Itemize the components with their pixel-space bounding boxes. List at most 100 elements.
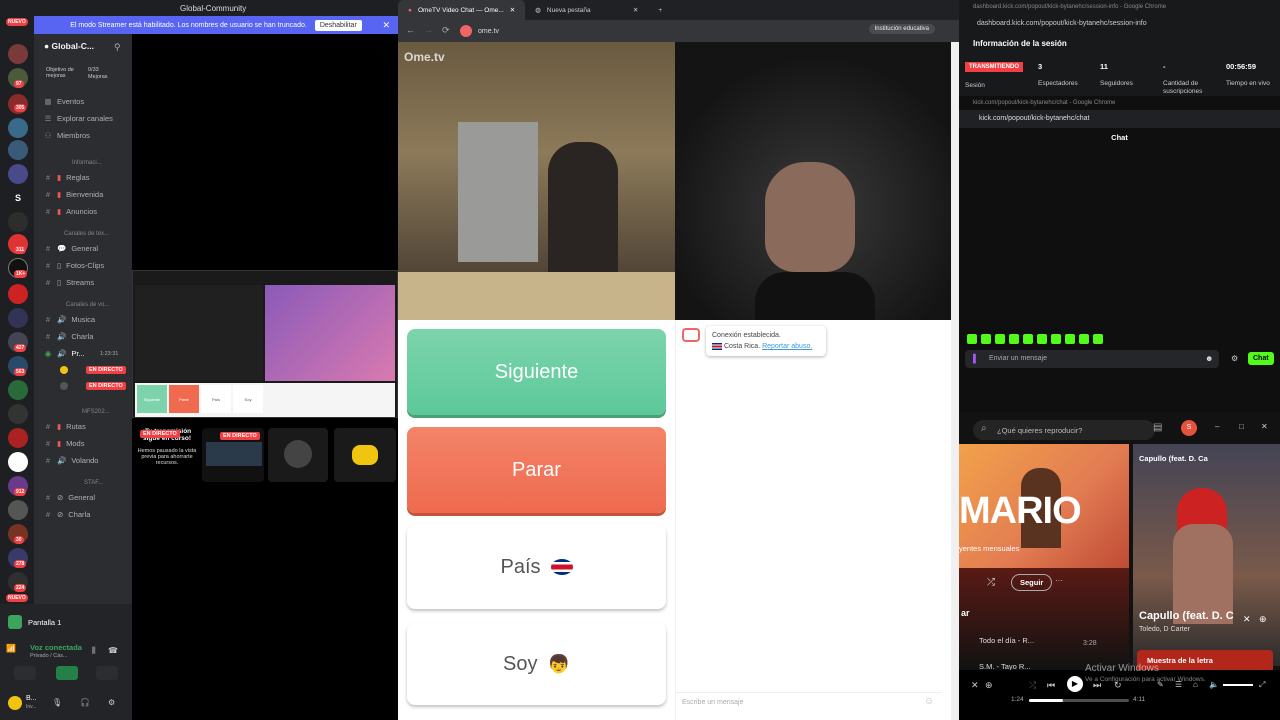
scrollbar[interactable] bbox=[951, 42, 959, 720]
close-icon[interactable]: ✕ bbox=[382, 20, 390, 31]
forward-icon[interactable]: → bbox=[424, 25, 433, 35]
url-text[interactable]: dashboard.kick.com/popout/kick-bytanehc/… bbox=[977, 20, 1147, 27]
url-text[interactable]: ome.tv bbox=[478, 28, 499, 35]
emote-icon[interactable] bbox=[981, 334, 991, 344]
chat-input[interactable]: ▌ Enviar un mensaje ☻ bbox=[965, 350, 1219, 368]
close-icon[interactable]: ✕ bbox=[1243, 614, 1251, 625]
emote-icon[interactable] bbox=[1065, 334, 1075, 344]
emote-icon[interactable] bbox=[995, 334, 1005, 344]
shuffle-icon[interactable]: ⤮ bbox=[1029, 680, 1036, 691]
next-button[interactable]: Siguiente bbox=[407, 329, 666, 415]
menu-members[interactable]: ⚇ Miembros bbox=[44, 131, 90, 140]
camera-off-button[interactable] bbox=[14, 666, 36, 680]
screen-share-item[interactable]: Pantalla 1 bbox=[8, 612, 124, 632]
server-icon[interactable] bbox=[8, 212, 28, 232]
stream-preview[interactable]: Siguiente Parar País Soy bbox=[132, 270, 398, 418]
shuffle-icon[interactable]: ⤮ bbox=[987, 577, 995, 588]
voice-flying[interactable]: # 🔊 Volando bbox=[44, 456, 99, 465]
close-icon[interactable]: ✕ bbox=[510, 6, 515, 14]
voice-talk[interactable]: # 🔊 Charla bbox=[44, 332, 94, 341]
channel-staff-general[interactable]: # ⊘ General bbox=[44, 493, 95, 502]
server-icon[interactable] bbox=[8, 308, 28, 328]
server-icon[interactable] bbox=[8, 44, 28, 64]
channel-clips[interactable]: # ▯ Fotos-Clips bbox=[44, 261, 104, 270]
category-info[interactable]: Informaci... bbox=[72, 160, 102, 166]
channel-mods[interactable]: # ▮ Mods bbox=[44, 439, 85, 448]
reload-icon[interactable]: ⟳ bbox=[442, 25, 450, 36]
add-icon[interactable]: ⊕ bbox=[1259, 614, 1267, 625]
server-icon[interactable] bbox=[8, 118, 28, 138]
follow-button[interactable]: Seguir bbox=[1011, 574, 1053, 591]
settings-gear-icon[interactable]: ⚙ bbox=[1231, 354, 1238, 363]
emote-icon[interactable] bbox=[1051, 334, 1061, 344]
maximize-icon[interactable]: □ bbox=[1239, 422, 1244, 431]
education-profile-badge[interactable]: Institución educativa bbox=[868, 24, 935, 34]
add-member-icon[interactable]: ⚲ bbox=[114, 42, 121, 53]
channel-staff-talk[interactable]: # ⊘ Charla bbox=[44, 510, 90, 519]
back-icon[interactable]: ← bbox=[406, 25, 415, 35]
discord-tile[interactable] bbox=[334, 428, 396, 482]
emote-icon[interactable] bbox=[1093, 334, 1103, 344]
voice-private[interactable]: ◉ 🔊 Pr... bbox=[44, 349, 85, 358]
new-tab-plus-icon[interactable]: + bbox=[648, 0, 672, 20]
channel-rules[interactable]: # ▮ Reglas bbox=[44, 173, 90, 182]
more-options-icon[interactable]: ··· bbox=[1055, 576, 1063, 585]
server-icon[interactable] bbox=[8, 140, 28, 160]
disable-streamer-button[interactable]: Deshabilitar bbox=[314, 19, 362, 31]
server-name[interactable]: ● Global-C... bbox=[44, 41, 94, 51]
microphone-icon[interactable]: ▌ bbox=[973, 354, 979, 363]
server-icon[interactable] bbox=[8, 500, 28, 520]
send-chat-button[interactable]: Chat bbox=[1248, 352, 1274, 365]
minimize-icon[interactable]: – bbox=[1215, 422, 1219, 431]
server-icon[interactable] bbox=[8, 452, 28, 472]
close-icon[interactable]: ✕ bbox=[971, 680, 979, 691]
disconnect-icon[interactable]: ☎ bbox=[108, 646, 118, 655]
country-button[interactable]: País bbox=[407, 525, 666, 609]
url-text[interactable]: kick.com/popout/kick-bytanehc/chat bbox=[979, 115, 1090, 122]
headphones-icon[interactable]: 🎧 bbox=[80, 698, 90, 707]
close-icon[interactable]: ✕ bbox=[1261, 422, 1268, 431]
volume-icon[interactable]: 🔈 bbox=[1209, 680, 1219, 689]
channel-general[interactable]: # 💬 General bbox=[44, 244, 98, 253]
voice-music[interactable]: # 🔊 Musica bbox=[44, 315, 95, 324]
play-button[interactable]: ▶ bbox=[1067, 676, 1083, 692]
noise-suppression-icon[interactable]: ⫼ bbox=[92, 646, 96, 656]
emote-icon[interactable] bbox=[1009, 334, 1019, 344]
channel-streams[interactable]: # ▯ Streams bbox=[44, 278, 94, 287]
server-icon[interactable] bbox=[8, 284, 28, 304]
search-input[interactable]: ⌕ ¿Qué quieres reproducir? bbox=[973, 420, 1155, 440]
server-icon[interactable] bbox=[8, 428, 28, 448]
progress-bar[interactable] bbox=[1029, 699, 1129, 702]
browse-icon[interactable]: ▤ bbox=[1153, 422, 1162, 433]
avatar[interactable] bbox=[60, 382, 68, 390]
user-tile[interactable] bbox=[268, 428, 328, 482]
server-icon[interactable] bbox=[8, 404, 28, 424]
tab-ometv[interactable]: ● OmeTV Video Chat — Ome... ✕ bbox=[398, 0, 526, 20]
server-icon[interactable]: S bbox=[8, 188, 28, 208]
track-title[interactable]: Todo el día - R... bbox=[979, 636, 1034, 645]
avatar[interactable] bbox=[8, 696, 22, 710]
emoji-icon[interactable]: ☺ bbox=[924, 696, 934, 707]
category-staff[interactable]: STAF... bbox=[84, 480, 103, 486]
emote-icon[interactable] bbox=[1079, 334, 1089, 344]
avatar[interactable] bbox=[60, 366, 68, 374]
add-icon[interactable]: ⊕ bbox=[985, 680, 993, 691]
server-icon[interactable] bbox=[8, 164, 28, 184]
category-voice[interactable]: Canales de vo... bbox=[66, 302, 109, 308]
channel-routes[interactable]: # ▮ Rutas bbox=[44, 422, 86, 431]
emote-icon[interactable] bbox=[967, 334, 977, 344]
previous-icon[interactable]: ⏮ bbox=[1047, 680, 1055, 691]
now-playing-title[interactable]: Capullo (feat. D. C bbox=[1139, 610, 1234, 622]
report-abuse-link[interactable]: Reportar abuso. bbox=[762, 343, 812, 350]
emote-icon[interactable] bbox=[1023, 334, 1033, 344]
settings-gear-icon[interactable]: ⚙ bbox=[108, 698, 115, 707]
category-mfs[interactable]: MFS202... bbox=[82, 409, 110, 415]
emoji-icon[interactable]: ☻ bbox=[1205, 354, 1213, 363]
chat-input[interactable]: Escribe un mensaje bbox=[676, 692, 942, 714]
now-playing-artist[interactable]: Toledo, D Carter bbox=[1139, 626, 1190, 633]
volume-slider[interactable] bbox=[1223, 684, 1253, 686]
channel-welcome[interactable]: # ▮ Bienvenida bbox=[44, 190, 103, 199]
activity-button[interactable] bbox=[96, 666, 118, 680]
menu-events[interactable]: ▦ Eventos bbox=[44, 97, 84, 106]
microphone-icon[interactable]: 🎙 bbox=[52, 698, 62, 707]
